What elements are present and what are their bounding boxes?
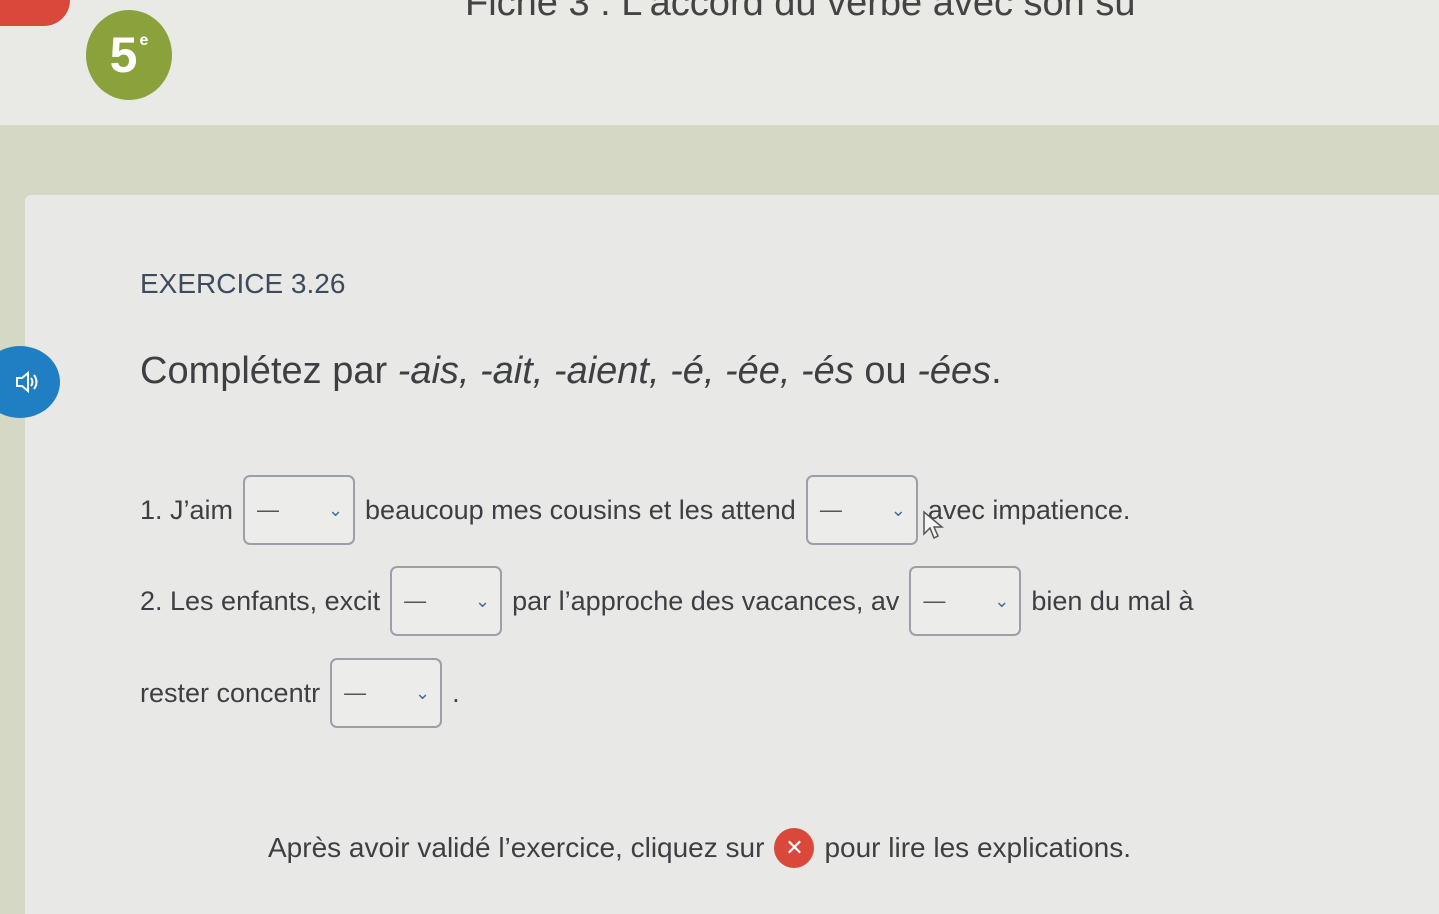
instruction: Complétez par -ais, -ait, -aient, -é, -é… (140, 350, 1002, 393)
sentence-2-part-3: bien du mal à (1031, 585, 1194, 616)
footer-note: Après avoir validé l’exercice, cliquez s… (268, 828, 1131, 868)
answer-select-2[interactable]: — ⌄ (805, 475, 918, 545)
footer-text-before: Après avoir validé l’exercice, cliquez s… (268, 832, 765, 863)
sentence-1-part-3: avec impatience. (927, 494, 1131, 525)
instruction-last: -ées (917, 350, 992, 392)
level-badge: 5e (86, 10, 172, 100)
answer-select-3[interactable]: — ⌄ (390, 566, 503, 636)
sentence-1-part-1: 1. J’aim (140, 494, 234, 525)
level-number: 5 (109, 27, 138, 83)
exercise-panel (25, 195, 1439, 914)
sentence-1: 1. J’aim — ⌄ beaucoup mes cousins et les… (140, 475, 1130, 545)
select-value: — (923, 588, 946, 613)
instruction-or: ou (853, 350, 918, 392)
select-value: — (344, 680, 367, 705)
chevron-down-icon: ⌄ (994, 590, 1010, 611)
speaker-icon (16, 370, 38, 394)
sentence-2-part-2: par l’approche des vacances, av (512, 585, 900, 616)
sentence-2-part-1: 2. Les enfants, excit (140, 585, 381, 616)
select-value: — (257, 497, 280, 522)
chevron-down-icon: ⌄ (890, 499, 906, 520)
exercise-id: EXERCICE 3.26 (140, 268, 346, 299)
chevron-down-icon: ⌄ (327, 499, 344, 520)
select-value: — (404, 588, 427, 613)
instruction-prefix: Complétez par (140, 350, 398, 392)
footer-text-after: pour lire les explications. (824, 832, 1132, 863)
instruction-end: . (991, 350, 1002, 392)
sentence-3: rester concentr — ⌄ . (140, 658, 460, 728)
chevron-down-icon: ⌄ (475, 590, 491, 611)
answer-select-5[interactable]: — ⌄ (330, 658, 443, 728)
answer-select-4[interactable]: — ⌄ (909, 566, 1022, 636)
sentence-3-part-1: rester concentr (140, 677, 321, 708)
sentence-2: 2. Les enfants, excit — ⌄ par l’approche… (140, 566, 1193, 636)
page-title: Fiche 3 : L'accord du verbe avec son su (465, 0, 1136, 24)
mouse-cursor-icon (923, 510, 944, 540)
close-icon[interactable]: ✕ (774, 828, 815, 868)
answer-select-1[interactable]: — ⌄ (243, 475, 356, 545)
red-ribbon (0, 0, 70, 26)
header-band: 5e Fiche 3 : L'accord du verbe avec son … (0, 0, 1439, 125)
sentence-1-part-2: beaucoup mes cousins et les attend (365, 494, 796, 525)
select-value: — (819, 497, 842, 522)
chevron-down-icon: ⌄ (414, 682, 431, 703)
instruction-options: -ais, -ait, -aient, -é, -ée, -és (397, 350, 854, 392)
sentence-3-part-2: . (452, 677, 460, 708)
level-sup: e (139, 32, 149, 49)
